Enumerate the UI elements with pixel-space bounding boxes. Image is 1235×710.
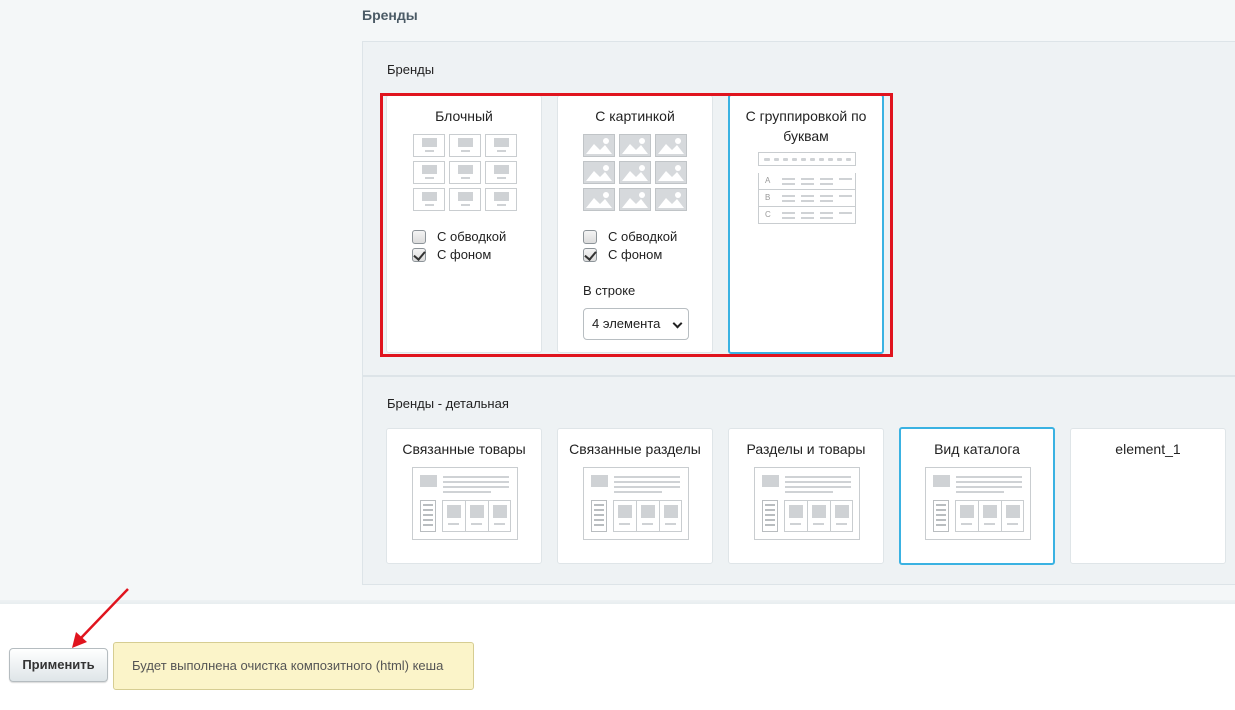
brands-panel-title: Бренды <box>387 62 435 77</box>
checkbox-border[interactable] <box>412 229 426 244</box>
card-title: Связанные разделы <box>569 441 701 457</box>
in-row-label: В строке <box>583 283 636 298</box>
chevron-down-icon <box>672 318 683 329</box>
card-title: С картинкой <box>595 108 675 124</box>
cache-notice: Будет выполнена очистка композитного (ht… <box>113 642 474 690</box>
letters-layout-thumbnail: A B C <box>758 152 856 224</box>
letter-label: C <box>765 210 771 219</box>
detail-card-sections-and-products[interactable]: Разделы и товары <box>728 428 884 564</box>
checkbox-border[interactable] <box>583 229 597 244</box>
detail-card-related-sections[interactable]: Связанные разделы <box>557 428 713 564</box>
option-border[interactable]: С обводкой <box>412 229 506 244</box>
card-title: Блочный <box>435 108 493 124</box>
red-arrow-annotation <box>72 588 129 648</box>
detail-card-catalog-view[interactable]: Вид каталога <box>899 427 1055 565</box>
brands-detail-panel-title: Бренды - детальная <box>387 396 509 411</box>
letter-label: A <box>765 176 771 185</box>
image-layout-thumbnail <box>583 134 687 211</box>
detail-layout-thumbnail <box>754 467 860 540</box>
detail-card-element-1[interactable]: element_1 <box>1070 428 1226 564</box>
card-title: Вид каталога <box>934 441 1020 457</box>
detail-card-related-products[interactable]: Связанные товары <box>386 428 542 564</box>
card-title: Разделы и товары <box>746 441 866 457</box>
letter-label: B <box>765 193 771 202</box>
detail-layout-thumbnail <box>583 467 689 540</box>
block-layout-thumbnail <box>413 134 517 211</box>
option-border[interactable]: С обводкой <box>583 229 677 244</box>
in-row-select[interactable]: 4 элемента <box>583 308 689 340</box>
option-label: С фоном <box>437 247 492 262</box>
in-row-select-value: 4 элемента <box>592 316 661 331</box>
detail-layout-thumbnail <box>412 467 518 540</box>
checkbox-background[interactable] <box>583 247 597 262</box>
brand-card-block[interactable]: Блочный С обводкой С фоном <box>386 95 542 353</box>
option-label: С фоном <box>608 247 663 262</box>
checkbox-background[interactable] <box>412 247 426 262</box>
detail-layout-thumbnail <box>925 467 1031 540</box>
option-label: С обводкой <box>608 229 678 244</box>
option-background[interactable]: С фоном <box>583 247 662 262</box>
option-label: С обводкой <box>437 229 507 244</box>
brand-card-with-image[interactable]: С картинкой С обводкой С фоном В строке … <box>557 95 713 353</box>
card-title: Связанные товары <box>402 441 526 457</box>
card-title: С группировкой по буквам <box>745 108 867 144</box>
option-background[interactable]: С фоном <box>412 247 491 262</box>
section-title: Бренды <box>362 7 418 23</box>
brand-card-grouped-letters[interactable]: С группировкой по буквам A B C <box>728 94 884 354</box>
card-title: element_1 <box>1115 441 1181 457</box>
